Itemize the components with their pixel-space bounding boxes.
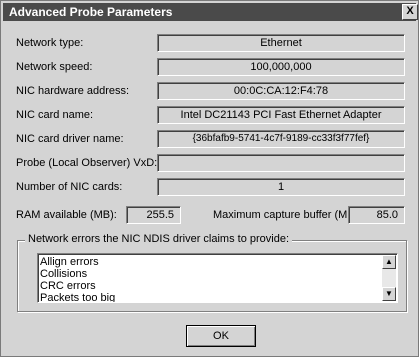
scroll-up-icon[interactable]: ▲ xyxy=(382,255,396,269)
network-speed-field: 100,000,000 xyxy=(157,58,405,76)
scroll-down-icon[interactable]: ▼ xyxy=(382,287,396,301)
max-capture-buffer-field: 85.0 xyxy=(348,206,405,224)
list-item[interactable]: Packets too big xyxy=(40,292,115,302)
list-scrollbar[interactable]: ▲ ▼ xyxy=(382,255,396,301)
network-type-label: Network type: xyxy=(16,37,84,49)
nic-card-name-field: Intel DC21143 PCI Fast Ethernet Adapter xyxy=(157,106,405,124)
nic-hardware-address-field: 00:0C:CA:12:F4:78 xyxy=(157,82,405,100)
nic-card-driver-name-label: NIC card driver name: xyxy=(16,133,124,145)
title-bar[interactable]: Advanced Probe Parameters X xyxy=(3,3,418,21)
close-icon[interactable]: X xyxy=(402,4,418,20)
nic-card-name-label: NIC card name: xyxy=(16,109,94,121)
number-of-nic-cards-field: 1 xyxy=(157,178,405,196)
network-type-field: Ethernet xyxy=(157,34,405,52)
probe-vxd-label: Probe (Local Observer) VxD: xyxy=(16,157,158,169)
number-of-nic-cards-label: Number of NIC cards: xyxy=(16,181,123,193)
network-speed-label: Network speed: xyxy=(16,61,93,73)
network-errors-list[interactable]: Allign errors Collisions CRC errors Pack… xyxy=(37,253,398,303)
list-item[interactable]: CRC errors xyxy=(40,280,115,292)
list-item[interactable]: Allign errors xyxy=(40,256,115,268)
nic-card-driver-name-field: {36bfafb9-5741-4c7f-9189-cc33f3f77fef} xyxy=(157,130,405,148)
ok-button[interactable]: OK xyxy=(186,325,256,347)
probe-vxd-field xyxy=(157,154,405,172)
ram-available-label: RAM available (MB): xyxy=(16,209,117,221)
nic-hardware-address-label: NIC hardware address: xyxy=(16,85,130,97)
ram-available-field: 255.5 xyxy=(126,206,181,224)
network-errors-group-label: Network errors the NIC NDIS driver claim… xyxy=(25,233,293,245)
list-item[interactable]: Collisions xyxy=(40,268,115,280)
max-capture-buffer-label: Maximum capture buffer (MB): xyxy=(213,209,362,221)
dialog-title: Advanced Probe Parameters xyxy=(9,5,173,19)
